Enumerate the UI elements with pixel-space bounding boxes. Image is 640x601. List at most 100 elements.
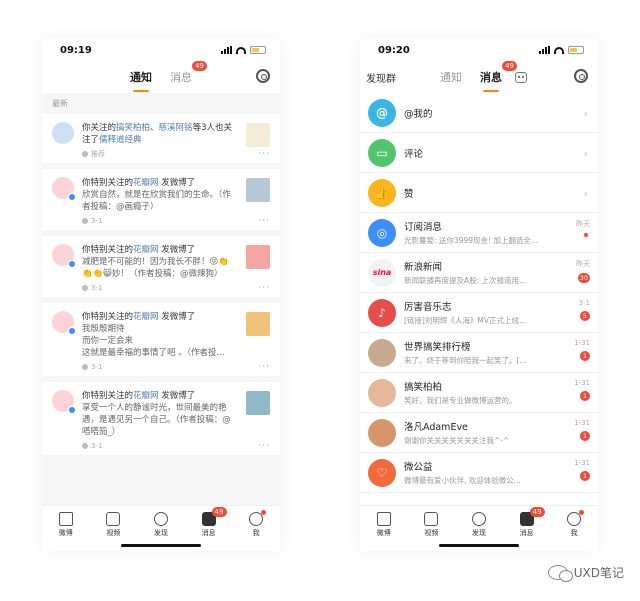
status-icons bbox=[221, 46, 266, 54]
card-text: 你特别关注的花瓣网 发微博了 享受一个人的静谧时光，世间最美的艳遇，是遇见另一个… bbox=[82, 390, 270, 438]
message-row[interactable]: ♪ 厉害音乐志 [链接]刘明辉《人海》MV正式上线... 3-1 5 bbox=[360, 293, 598, 333]
verified-icon bbox=[68, 327, 76, 335]
top-nav: 通知 消息 49 bbox=[42, 61, 280, 93]
discover-groups-link[interactable]: 发现群 bbox=[366, 70, 396, 85]
user-link[interactable]: 花瓣网 bbox=[133, 312, 159, 322]
notification-card[interactable]: 你关注的搞笑柏柏、慈溪阿铭等3人也关注了儒释道经典 推荐 ··· bbox=[42, 114, 280, 163]
notification-card[interactable]: 你特别关注的花瓣网 发微博了 我殷殷期待 而你一定会来 这就是最幸福的事情了吧 … bbox=[42, 303, 280, 376]
comment-icon[interactable]: ▭ bbox=[368, 138, 396, 167]
user-link[interactable]: 儒释道经典 bbox=[99, 135, 142, 145]
message-row[interactable]: ▭ 评论 › bbox=[360, 133, 598, 173]
tab-notifications[interactable]: 通知 bbox=[431, 69, 471, 85]
thumbnail[interactable] bbox=[246, 178, 270, 202]
notification-card[interactable]: 你特别关注的花瓣网 发微博了 享受一个人的静谧时光，世间最美的艳遇，是遇见另一个… bbox=[42, 382, 280, 455]
message-row[interactable]: ◎ 订阅消息 光影蔓婺: 送你3999现金! 加上翻选全... 昨天 bbox=[360, 213, 598, 253]
message-title: @我的 bbox=[404, 108, 433, 120]
verified-icon bbox=[68, 260, 76, 268]
avatar[interactable] bbox=[52, 390, 76, 414]
thumbnail[interactable] bbox=[246, 123, 270, 147]
message-preview: 新闻联播再度提及A股: 上次报道用... bbox=[404, 276, 527, 285]
music-avatar[interactable]: ♪ bbox=[368, 298, 396, 327]
person-icon bbox=[82, 218, 88, 224]
post-excerpt: 我殷殷期待 而你一定会来 这就是最幸福的事情了吧 。（作者投... bbox=[82, 324, 225, 358]
gear-icon[interactable] bbox=[256, 69, 270, 83]
thumbnail[interactable] bbox=[246, 391, 270, 415]
more-icon[interactable]: ··· bbox=[258, 442, 270, 451]
sina-logo[interactable]: sina bbox=[368, 258, 396, 287]
status-bar: 09:19 bbox=[42, 39, 280, 61]
tab-label: 通知 bbox=[440, 71, 462, 84]
avatar[interactable] bbox=[52, 122, 74, 144]
tab-label: 微博 bbox=[58, 529, 73, 537]
card-text: 你特别关注的花瓣网 发微博了 欣赏自然，就是在欣赏我们的生命。（作者投稿：@画瘾… bbox=[82, 177, 270, 213]
unread-count: 1 bbox=[580, 351, 590, 361]
timestamp: 1-31 bbox=[574, 419, 590, 427]
more-icon[interactable]: ··· bbox=[258, 217, 270, 226]
avatar[interactable] bbox=[52, 177, 76, 201]
tab-me[interactable]: 我 bbox=[232, 506, 280, 551]
message-row[interactable]: 洛凡AdamEve 谢谢你关关关关关关关注我^-^ 1-31 1 bbox=[360, 413, 598, 453]
thumbnail[interactable] bbox=[246, 245, 270, 269]
tab-notifications[interactable]: 通知 bbox=[121, 69, 161, 92]
message-content: 赞 bbox=[404, 186, 590, 200]
unread-badge: 49 bbox=[211, 507, 227, 517]
tab-label: 发现 bbox=[153, 529, 168, 537]
tab-label: 通知 bbox=[130, 71, 152, 84]
robot-icon[interactable] bbox=[515, 71, 527, 83]
tab-weibo[interactable]: 微博 bbox=[360, 506, 408, 551]
avatar[interactable] bbox=[368, 418, 396, 447]
more-icon[interactable]: ··· bbox=[258, 150, 270, 159]
tab-label: 视频 bbox=[106, 529, 121, 537]
search-icon bbox=[153, 512, 168, 526]
watermark: UXD笔记 bbox=[547, 564, 624, 582]
tab-weibo[interactable]: 微博 bbox=[42, 506, 90, 551]
card-footer: 3-1 ··· bbox=[52, 362, 270, 372]
timestamp: 昨天 bbox=[576, 260, 590, 268]
thumbnail[interactable] bbox=[246, 312, 270, 336]
message-content: 厉害音乐志 [链接]刘明辉《人海》MV正式上线... bbox=[404, 299, 590, 326]
user-link[interactable]: 慈溪阿铭 bbox=[159, 123, 193, 133]
like-icon[interactable]: 👍 bbox=[368, 178, 396, 207]
subscribe-icon[interactable]: ◎ bbox=[368, 218, 396, 247]
message-meta: 昨天 30 bbox=[576, 259, 590, 283]
more-icon[interactable]: ··· bbox=[258, 284, 270, 293]
avatar[interactable] bbox=[52, 244, 76, 268]
person-icon bbox=[82, 443, 88, 449]
avatar[interactable] bbox=[368, 378, 396, 407]
avatar[interactable] bbox=[52, 311, 76, 335]
message-row[interactable]: @ @我的 › bbox=[360, 93, 598, 133]
unread-count: 1 bbox=[580, 471, 590, 481]
message-row[interactable]: 搞笑柏柏 笑好。我们是专业做微博运营的。 1-31 1 bbox=[360, 373, 598, 413]
message-preview: 来了。终于等到你陪我一起笑了。[... bbox=[404, 356, 527, 365]
charity-icon[interactable]: ♡ bbox=[368, 458, 396, 487]
tab-messages[interactable]: 消息 49 bbox=[161, 61, 207, 85]
card-footer: 3-1 ··· bbox=[52, 283, 270, 293]
chevron-right-icon: › bbox=[583, 187, 588, 200]
unread-badge: 49 bbox=[529, 507, 545, 517]
message-row[interactable]: ♡ 微公益 微博最有爱小伙伴, 欢迎体验微公... 1-31 1 bbox=[360, 453, 598, 493]
home-icon bbox=[58, 512, 73, 526]
notification-card[interactable]: 你特别关注的花瓣网 发微博了 欣赏自然，就是在欣赏我们的生命。（作者投稿：@画瘾… bbox=[42, 169, 280, 230]
message-title: 赞 bbox=[404, 188, 414, 200]
message-title: 新浪新闻 bbox=[404, 262, 443, 273]
avatar[interactable] bbox=[368, 338, 396, 367]
at-icon[interactable]: @ bbox=[368, 98, 396, 127]
tab-messages[interactable]: 消息 49 bbox=[471, 61, 517, 92]
battery-icon bbox=[568, 46, 584, 54]
watermark-text: UXD笔记 bbox=[573, 566, 624, 580]
user-link[interactable]: 花瓣网 bbox=[133, 245, 159, 255]
more-icon[interactable]: ··· bbox=[258, 363, 270, 372]
gear-icon[interactable] bbox=[574, 69, 588, 83]
user-link[interactable]: 搞笑柏柏 bbox=[116, 123, 150, 133]
user-link[interactable]: 花瓣网 bbox=[133, 178, 159, 188]
message-row[interactable]: sina 新浪新闻新闻联播再度提及A股: 上次报道用... 昨天 30 bbox=[360, 253, 598, 293]
unread-badge: 49 bbox=[502, 61, 517, 71]
message-meta: 1-31 1 bbox=[574, 419, 590, 441]
bottom-tab-bar: 微博 视频 发现 49 消息 我 bbox=[42, 505, 280, 551]
notification-card[interactable]: 你特别关注的花瓣网 发微博了 减肥是不可能的！因为我长不胖！😝👏👏👏😸妙！（作者… bbox=[42, 236, 280, 297]
message-row[interactable]: 世界搞笑排行榜 来了。终于等到你陪我一起笑了。[... 1-31 1 bbox=[360, 333, 598, 373]
user-link[interactable]: 花瓣网 bbox=[133, 391, 159, 401]
tab-me[interactable]: 我 bbox=[550, 506, 598, 551]
message-row[interactable]: 👍 赞 › bbox=[360, 173, 598, 213]
timestamp: 1-31 bbox=[574, 379, 590, 387]
